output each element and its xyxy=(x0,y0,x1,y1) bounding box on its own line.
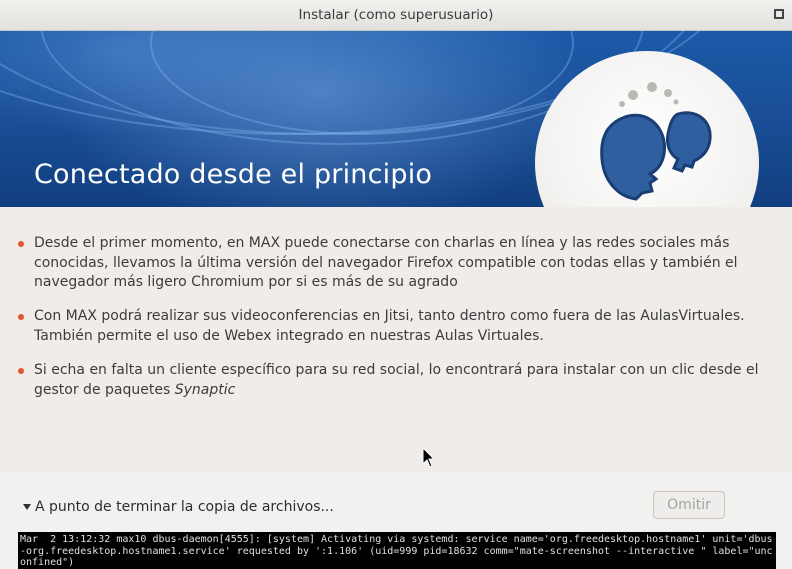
progress-label: A punto de terminar la copia de archivos… xyxy=(35,499,334,515)
install-footer: A punto de terminar la copia de archivos… xyxy=(0,472,792,569)
list-item-text-plain: Si echa en falta un cliente específico p… xyxy=(34,362,759,398)
list-item: Si echa en falta un cliente específico p… xyxy=(18,361,778,400)
window-title: Instalar (como superusuario) xyxy=(298,7,494,23)
triangle-down-icon xyxy=(23,504,31,510)
two-heads-chat-icon xyxy=(600,82,712,201)
list-item-text: Desde el primer momento, en MAX puede co… xyxy=(34,235,738,290)
slide-content: Desde el primer momento, en MAX puede co… xyxy=(0,207,792,472)
window-titlebar: Instalar (como superusuario) xyxy=(0,0,792,31)
list-item-text: Si echa en falta un cliente específico p… xyxy=(34,361,778,400)
bullet-icon xyxy=(18,241,24,247)
synaptic-name: Synaptic xyxy=(174,381,236,398)
slide-banner: Conectado desde el principio xyxy=(0,31,792,207)
bullet-icon xyxy=(18,314,24,320)
maximize-icon[interactable] xyxy=(774,9,784,19)
bullet-icon xyxy=(18,368,24,374)
list-item: Desde el primer momento, en MAX puede co… xyxy=(18,234,778,293)
slide-heading: Conectado desde el principio xyxy=(34,159,433,190)
install-log: Mar 2 13:12:32 max10 dbus-daemon[4555]: … xyxy=(18,532,776,569)
progress-expander[interactable]: A punto de terminar la copia de archivos… xyxy=(22,499,334,515)
list-item: Con MAX podrá realizar sus videoconferen… xyxy=(18,307,778,346)
mouse-pointer-icon xyxy=(422,447,436,468)
list-item-text: Con MAX podrá realizar sus videoconferen… xyxy=(34,308,745,344)
skip-button[interactable]: Omitir xyxy=(653,491,725,519)
